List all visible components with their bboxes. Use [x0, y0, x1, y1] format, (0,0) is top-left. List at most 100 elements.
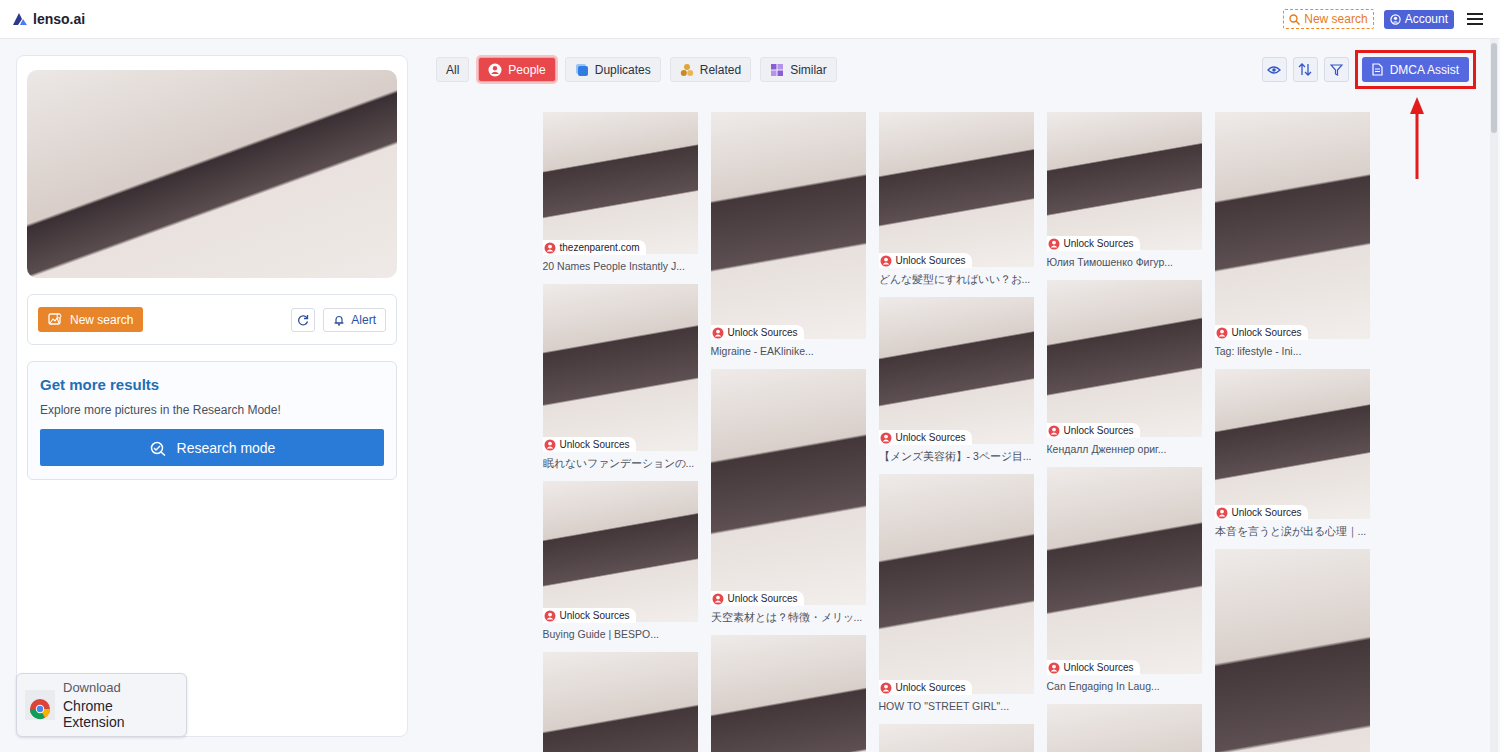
chrome-extension-banner[interactable]: DownloadChrome Extension — [16, 673, 187, 737]
source-label: Unlock Sources — [1232, 327, 1302, 338]
sort-icon — [1298, 63, 1312, 76]
result-card[interactable]: Unlock SourcesBuying Guide | BESPO... — [543, 481, 698, 652]
result-card[interactable]: Unlock Sources Юлия Тимошенко Фигур... — [1047, 112, 1202, 280]
new-search-label: New search — [70, 313, 133, 327]
research-mode-label: Research mode — [177, 440, 276, 456]
menu-button[interactable] — [1464, 8, 1486, 30]
sort-button[interactable] — [1293, 57, 1318, 82]
result-caption: 20 Names People Instantly J... — [543, 259, 698, 273]
refresh-button[interactable] — [291, 308, 315, 332]
result-caption: Migraine - EAKlinike... — [711, 344, 866, 358]
results-column: Unlock SourcesMigraine - EAKlinike...Unl… — [711, 112, 866, 752]
result-card[interactable] — [711, 635, 866, 752]
results-column: Unlock Sourcesどんな髪型にすればいい？お...Unlock Sou… — [879, 112, 1034, 752]
result-caption: HOW TO "STREET GIRL"... — [879, 699, 1034, 713]
source-badge[interactable]: Unlock Sources — [711, 591, 804, 606]
new-search-button[interactable]: New search — [1283, 9, 1373, 29]
source-badge[interactable]: Unlock Sources — [1047, 236, 1140, 251]
scrollbar-thumb[interactable] — [1491, 43, 1497, 133]
result-image[interactable]: Unlock Sources — [543, 481, 698, 622]
research-mode-button[interactable]: Research mode — [40, 429, 384, 466]
new-search-button[interactable]: New search — [38, 307, 143, 332]
results-area: All People Duplicates Related Similar DMCA As… — [424, 39, 1500, 752]
result-card[interactable]: Unlock SourcesTag: lifestyle - Ini... — [1215, 112, 1370, 369]
filter-tab[interactable]: Related — [670, 57, 751, 82]
document-icon — [1372, 63, 1383, 76]
source-badge[interactable]: Unlock Sources — [879, 253, 972, 268]
result-card[interactable] — [1047, 704, 1202, 752]
dmca-assist-button[interactable]: DMCA Assist — [1362, 57, 1469, 82]
source-badge[interactable]: Unlock Sources — [1047, 423, 1140, 438]
result-card[interactable]: Unlock Sources Migraine - EAKlinike... — [711, 112, 866, 369]
result-card[interactable]: thezenparent.com 20 Names People Instantl… — [543, 112, 698, 284]
result-card[interactable] — [543, 652, 698, 752]
bell-icon — [333, 314, 345, 326]
result-image[interactable]: Unlock Sources — [543, 284, 698, 451]
result-card[interactable]: Unlock Sources HOW TO "STREET GIRL"... — [879, 474, 1034, 724]
source-badge[interactable]: Unlock Sources — [1215, 505, 1308, 520]
people-icon — [544, 439, 556, 451]
result-image[interactable] — [1047, 704, 1202, 752]
source-badge[interactable]: Unlock Sources — [879, 430, 972, 445]
result-image[interactable]: Unlock Sources — [711, 112, 866, 339]
result-image[interactable]: Unlock Sources — [879, 297, 1034, 444]
lenso-logo-icon — [12, 12, 28, 26]
result-card[interactable]: Unlock SourcesCan Engaging In Laug... — [1047, 467, 1202, 704]
result-image[interactable]: Unlock Sources — [1047, 112, 1202, 250]
main-area: New searchAlertGet more resultsExplore m… — [0, 39, 1500, 752]
result-image[interactable]: Unlock Sources — [879, 112, 1034, 267]
result-image[interactable]: Unlock Sources — [1215, 369, 1370, 519]
people-icon — [712, 327, 724, 339]
similar-icon — [770, 63, 784, 77]
source-badge[interactable]: Unlock Sources — [1047, 660, 1140, 675]
filter-tab[interactable]: Duplicates — [565, 57, 661, 82]
source-badge[interactable]: Unlock Sources — [1215, 325, 1308, 340]
source-badge[interactable]: Unlock Sources — [543, 437, 636, 452]
result-image[interactable] — [543, 652, 698, 752]
source-badge[interactable]: Unlock Sources — [543, 608, 636, 623]
result-image[interactable]: Unlock Sources — [879, 474, 1034, 694]
result-caption: Юлия Тимошенко Фигур... — [1047, 255, 1202, 269]
filter-tab[interactable]: People — [478, 57, 555, 82]
chrome-icon — [25, 690, 55, 720]
result-image[interactable] — [879, 724, 1034, 752]
results-column: Unlock SourcesTag: lifestyle - Ini...Unl… — [1215, 112, 1370, 752]
result-card[interactable]: Unlock Sources眠れないファンデーションの... — [543, 284, 698, 481]
filter-tab[interactable]: All — [436, 57, 469, 82]
result-image[interactable]: Unlock Sources — [711, 369, 866, 605]
filter-button[interactable] — [1324, 57, 1349, 82]
logo[interactable]: lenso.ai — [12, 11, 85, 27]
account-button[interactable]: Account — [1384, 10, 1454, 29]
source-badge[interactable]: Unlock Sources — [879, 680, 972, 695]
result-card[interactable] — [879, 724, 1034, 752]
new-search-label: New search — [1304, 12, 1367, 26]
extension-line: Download — [63, 680, 178, 695]
result-image[interactable] — [711, 635, 866, 752]
filter-label: All — [446, 63, 459, 77]
result-card[interactable]: Unlock SourcesКендалл Дженнер ориг... — [1047, 280, 1202, 467]
result-image[interactable]: Unlock Sources — [1215, 112, 1370, 339]
dmca-highlight: DMCA Assist — [1355, 50, 1476, 89]
result-card[interactable]: Unlock Sourcesどんな髪型にすればいい？お... — [879, 112, 1034, 297]
result-card[interactable]: Unlock Sources本音を言うと涙が出る心理｜... — [1215, 369, 1370, 549]
source-badge[interactable]: thezenparent.com — [543, 240, 646, 255]
visibility-button[interactable] — [1262, 57, 1287, 82]
sidebar: New searchAlertGet more resultsExplore m… — [0, 39, 424, 752]
result-caption: 天空素材とは？特徴・メリッ... — [711, 610, 866, 624]
result-image[interactable]: Unlock Sources — [1047, 280, 1202, 437]
result-image[interactable]: thezenparent.com — [543, 112, 698, 254]
related-icon — [680, 63, 694, 77]
result-card[interactable] — [1215, 549, 1370, 752]
result-card[interactable]: Unlock Sources【メンズ美容術】- 3ページ目... — [879, 297, 1034, 474]
people-icon — [544, 610, 556, 622]
result-card[interactable]: Unlock Sources 天空素材とは？特徴・メリッ... — [711, 369, 866, 635]
scrollbar[interactable] — [1490, 39, 1498, 752]
alert-button[interactable]: Alert — [323, 308, 386, 332]
extension-text: DownloadChrome Extension — [63, 680, 178, 730]
source-label: Unlock Sources — [896, 432, 966, 443]
result-image[interactable] — [1215, 549, 1370, 752]
result-image[interactable]: Unlock Sources — [1047, 467, 1202, 674]
people-icon — [1216, 327, 1228, 339]
source-badge[interactable]: Unlock Sources — [711, 325, 804, 340]
filter-tab[interactable]: Similar — [760, 57, 837, 82]
